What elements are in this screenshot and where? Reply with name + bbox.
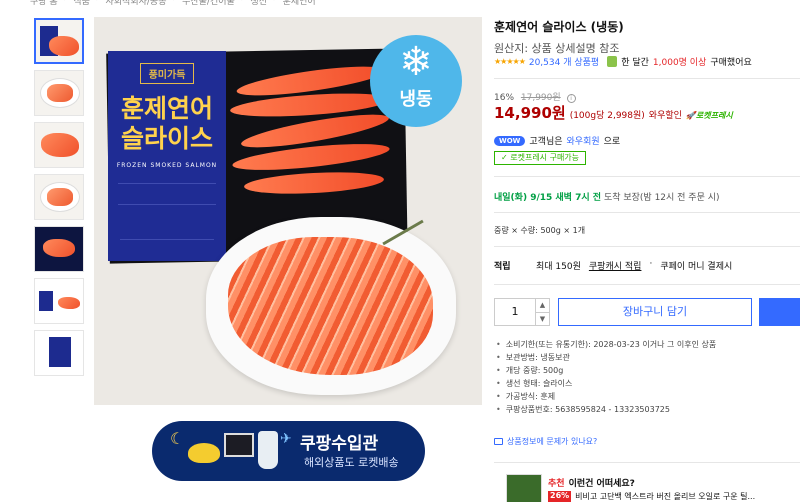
thumbnail[interactable] (34, 18, 84, 64)
price-row: 14,990원 (100g당 2,998원) 와우할인 🚀로켓프레시 (494, 102, 733, 123)
breadcrumb-item[interactable]: 사회적회사/공동 (105, 0, 166, 8)
points-row: 적립 최대 150원 쿠팡캐시 적립 · 쿠페이 머니 결제시 (494, 259, 733, 272)
list-item: 소비기한(또는 유통기한): 2028-03-23 이거나 그 이후인 상품 (496, 338, 717, 351)
recommend-tag: 추천 (548, 479, 565, 489)
package-title-line1: 훈제연어 (120, 94, 213, 123)
points-label: 적립 (494, 262, 511, 272)
option-selection[interactable]: 중량 × 수량: 500g × 1개 (494, 225, 585, 236)
chevron-right-icon: › (241, 0, 245, 8)
rocket-fresh-icon: 🚀로켓프레시 (685, 111, 733, 120)
thumbnail[interactable] (34, 70, 84, 116)
chat-icon (494, 438, 503, 445)
breadcrumb-item[interactable]: 수산물/건어물 (182, 0, 235, 8)
rocket-fresh-badge: ✓ 로켓프레시 구매가능 (494, 151, 587, 165)
unit-price: (100g당 2,998원) (569, 111, 645, 121)
breadcrumb: 쿠팡 홈 › 식품 › 사회적회사/공동 › 수산물/건어물 › 생선 › 훈제연어 (30, 0, 316, 8)
shopping-bag-icon (607, 56, 618, 67)
recommend-item-name: 비비고 고단백 엑스트라 버진 올리브 오일로 구운 틸... (575, 492, 756, 501)
buy-now-button[interactable] (759, 298, 800, 326)
star-rating-icon: ★★★★★ (494, 57, 526, 66)
thumbnail[interactable] (34, 174, 84, 220)
package-subtitle: FROZEN SMOKED SALMON (116, 162, 218, 169)
rating-row: ★★★★★ 20,534 개 상품평 한 달간 1,000명 이상 구매했어요 (494, 55, 752, 68)
chevron-right-icon: › (64, 0, 68, 8)
divider (494, 176, 800, 177)
thumbnail[interactable] (34, 122, 84, 168)
list-item: 개당 중량: 500g (496, 364, 716, 377)
discount-badge: 26% (548, 491, 572, 502)
thumbnail[interactable] (34, 226, 84, 272)
product-details-list: 소비기한(또는 유통기한): 2028-03-23 이거나 그 이후인 상품 보… (496, 338, 717, 416)
divider (494, 78, 800, 79)
recommend-title: 이런건 어떠세요? (568, 479, 635, 489)
plate (206, 217, 456, 395)
breadcrumb-item[interactable]: 훈제연어 (283, 0, 316, 8)
salmon-on-plate (228, 237, 433, 375)
quantity-input[interactable]: 1 (495, 299, 535, 325)
coupang-cash-link[interactable]: 쿠팡캐시 적립 (589, 259, 642, 272)
wow-member-link[interactable]: 와우회원 (567, 134, 600, 147)
divider (494, 246, 800, 247)
list-item: 쿠팡상품번호: 5638595824 - 13323503725 (496, 403, 716, 416)
divider (494, 284, 800, 285)
thumbnail[interactable] (34, 278, 84, 324)
quantity-stepper[interactable]: 1 ▲ ▼ (494, 298, 550, 326)
divider (494, 462, 800, 463)
package-label: 풍미가득 훈제연어 슬라이스 FROZEN SMOKED SALMON (108, 51, 226, 261)
delivery-date: 내일(화) 9/15 새벽 7시 전 (494, 193, 602, 203)
import-banner[interactable]: ☾ ✈ 쿠팡수입관 해외상품도 로켓배송 (152, 421, 425, 481)
tumbler-icon (258, 431, 278, 469)
breadcrumb-item[interactable]: 쿠팡 홈 (30, 0, 58, 8)
chevron-right-icon: › (273, 0, 277, 8)
recommendation-thumbnail (506, 474, 542, 502)
delivery-info: 내일(화) 9/15 새벽 7시 전 도착 보장(밤 12시 전 주문 시) (494, 193, 720, 203)
add-to-cart-button[interactable]: 장바구니 담기 (558, 298, 752, 326)
banner-subtitle: 해외상품도 로켓배송 (304, 456, 399, 469)
banana-icon (188, 443, 220, 463)
coupay-money-text: 쿠페이 머니 결제시 (660, 262, 733, 272)
package-title-line2: 슬라이스 (120, 124, 213, 153)
breadcrumb-item[interactable]: 생선 (250, 0, 267, 8)
divider (494, 212, 800, 213)
main-product-image[interactable]: 풍미가득 훈제연어 슬라이스 FROZEN SMOKED SALMON ❄ 냉동 (94, 17, 482, 405)
wow-discount-label: 와우할인 (648, 111, 682, 121)
thumbnail[interactable] (34, 330, 84, 376)
breadcrumb-item[interactable]: 식품 (73, 0, 90, 8)
list-item: 가공방식: 훈제 (496, 390, 716, 403)
recommendation-item[interactable]: 추천 이런건 어떠세요? 26% 비비고 고단백 엑스트라 버진 올리브 오일로 … (506, 474, 800, 502)
snowflake-icon: ❄ (399, 39, 433, 85)
report-product-issue-link[interactable]: 상품정보에 문제가 있나요? (494, 436, 597, 447)
brand-label: 풍미가득 (139, 63, 195, 84)
review-count-link[interactable]: 20,534 개 상품평 (529, 55, 599, 68)
chevron-up-icon[interactable]: ▲ (536, 299, 549, 312)
points-max: 최대 150원 (536, 262, 581, 272)
list-item: 보관방법: 냉동보관 (496, 351, 716, 364)
chevron-down-icon[interactable]: ▼ (536, 312, 549, 326)
wow-badge: WOW (494, 135, 526, 146)
product-origin: 원산지: 상품 상세설명 참조 (494, 42, 620, 55)
chevron-right-icon: › (172, 0, 176, 8)
frozen-badge: ❄ 냉동 (370, 35, 462, 127)
product-title: 훈제연어 슬라이스 (냉동) (494, 20, 624, 34)
wow-member-row: WOW 고객님은 와우회원 으로 (494, 134, 620, 147)
list-item: 생선 형태: 슬라이스 (496, 377, 716, 390)
sale-price: 14,990원 (494, 104, 566, 122)
buyers-count: 1,000명 이상 (652, 58, 707, 68)
airplane-icon: ✈ (280, 431, 292, 447)
chevron-right-icon: › (96, 0, 100, 8)
tv-icon (224, 433, 254, 457)
banner-title: 쿠팡수입관 (300, 434, 379, 454)
moon-icon: ☾ (170, 429, 185, 448)
thumbnail-list (34, 18, 84, 382)
